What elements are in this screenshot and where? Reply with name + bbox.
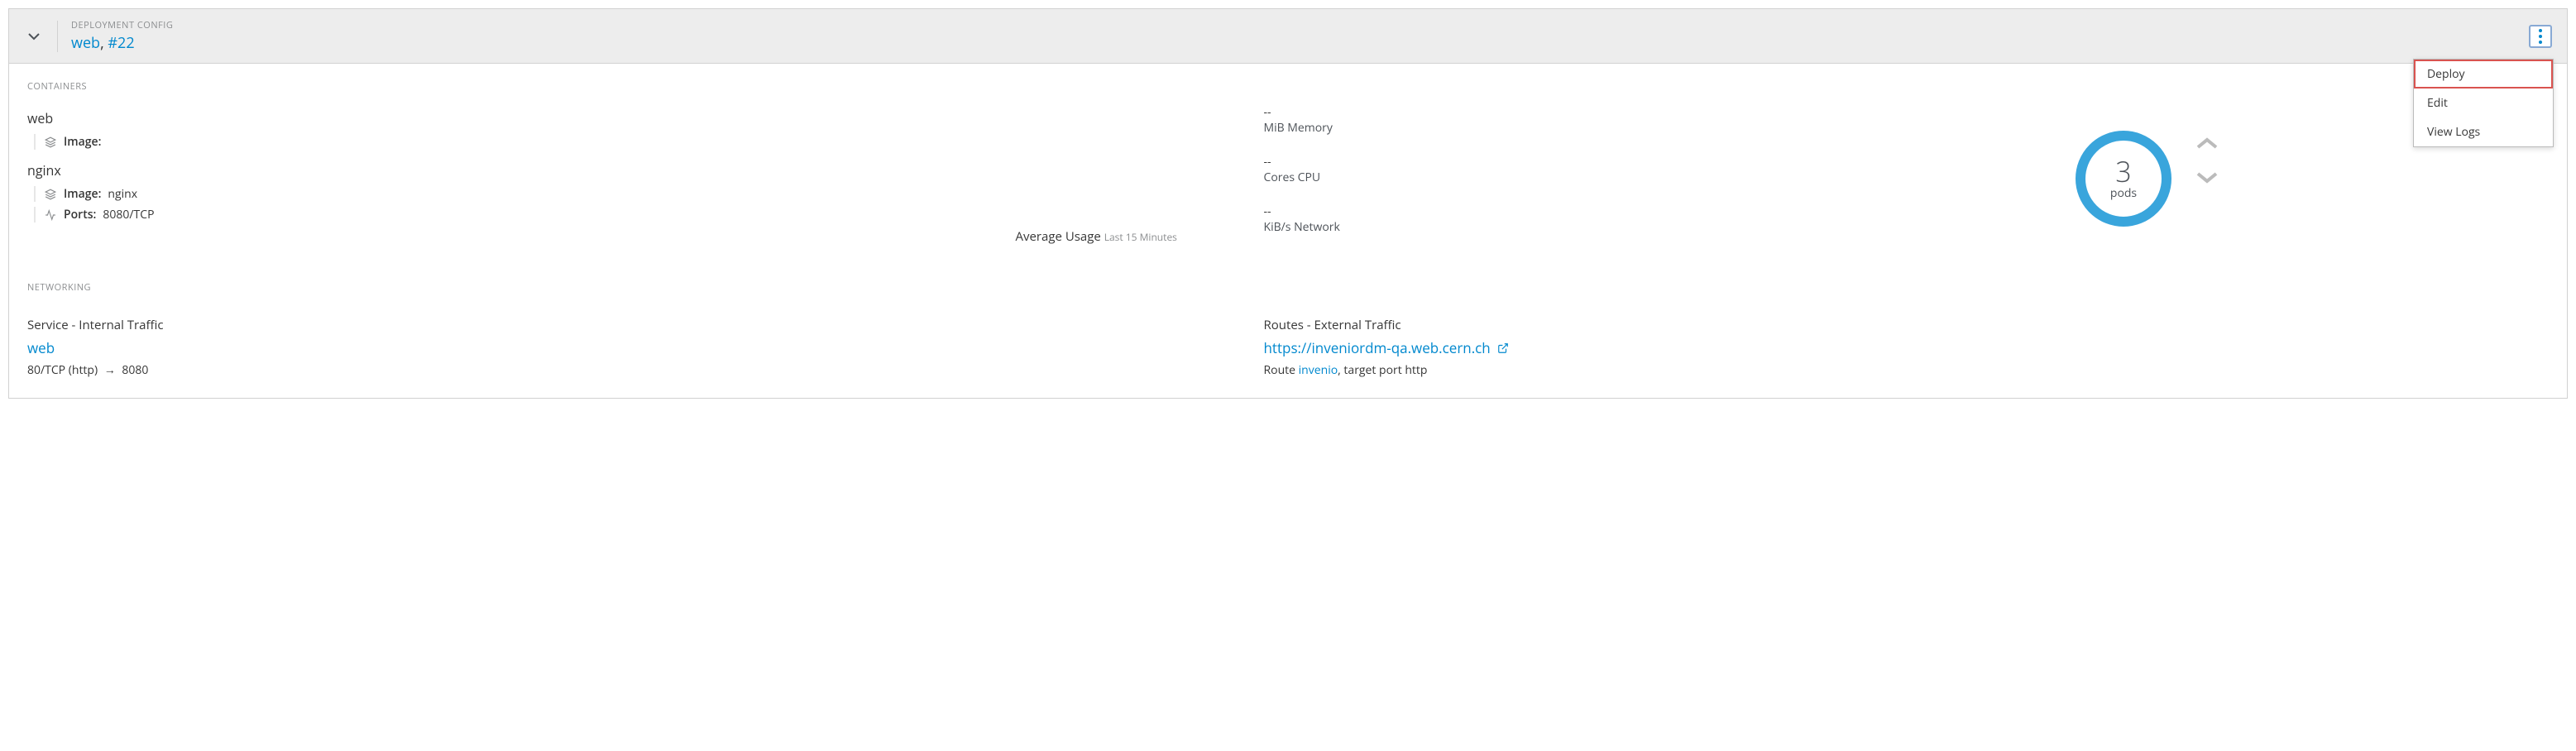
header-title: web, #22 [71,33,2529,53]
service-title: Service - Internal Traffic [27,317,1264,333]
metric-row: -- KiB/s Network [1264,203,1734,235]
route-name-link[interactable]: invenio [1299,362,1338,378]
layers-icon [44,136,57,149]
pod-label: pods [2110,185,2137,201]
kebab-dot-icon [2539,29,2542,32]
service-column: Service - Internal Traffic web 80/TCP (h… [27,317,1264,378]
usage-column: -- MiB Memory -- Cores CPU -- KiB/s Netw… [1264,104,1744,253]
avg-usage-title: Average Usage Last 15 Minutes [1016,228,1177,245]
detail-value: 8080/TCP [103,207,154,222]
external-link-icon [1497,339,1509,351]
container-detail: Image: [34,134,1247,150]
arrow-right-icon: → [104,362,116,378]
route-description: Route invenio, target port http [1264,362,2501,378]
metric-value: -- [1264,104,1734,120]
scale-down-button[interactable] [2196,170,2219,187]
kebab-dot-icon [2539,41,2542,44]
chevron-up-icon [2196,137,2218,151]
detail-label: Image: [64,186,101,202]
container-detail: Image: nginx [34,186,1247,202]
metric-row: -- Cores CPU [1264,154,1734,185]
containers-section-label: CONTAINERS [27,80,2550,93]
detail-value: nginx [108,186,137,202]
mid-row: web Image: nginx [27,104,2550,253]
pod-scale-arrows [2196,137,2219,187]
layers-icon [44,188,57,201]
header-titles: DEPLOYMENT CONFIG web, #22 [71,19,2529,53]
metric-label: Cores CPU [1264,170,1734,185]
route-desc-pre: Route [1264,362,1299,378]
deployment-panel: DEPLOYMENT CONFIG web, #22 Deploy Edit V… [8,8,2568,399]
container-detail: Ports: 8080/TCP [34,207,1247,222]
port-post: 8080 [122,362,148,378]
avg-usage-label: Average Usage [1016,228,1101,245]
activity-icon [44,208,57,222]
chevron-down-icon [27,30,41,43]
menu-item-view-logs[interactable]: View Logs [2414,117,2553,146]
container-name: nginx [27,161,1247,179]
header-divider [57,21,58,52]
pod-count: 3 [2115,157,2131,185]
metric-row: -- MiB Memory [1264,104,1734,136]
container-block: web Image: [27,109,1247,150]
metric-label: KiB/s Network [1264,219,1734,235]
networking-section-label: NETWORKING [27,281,2550,294]
metric-label: MiB Memory [1264,120,1734,136]
menu-item-edit[interactable]: Edit [2414,88,2553,117]
header-kicker: DEPLOYMENT CONFIG [71,19,2529,31]
collapse-toggle[interactable] [24,26,44,46]
panel-body: CONTAINERS web Image: nginx [9,64,2567,398]
service-port-mapping: 80/TCP (http) → 8080 [27,362,1264,378]
networking-row: Service - Internal Traffic web 80/TCP (h… [27,317,2550,378]
detail-label: Ports: [64,207,96,222]
route-url-text: https://inveniordm-qa.web.cern.ch [1264,338,1491,357]
metric-value: -- [1264,154,1734,170]
dc-revision-link[interactable]: #22 [108,33,134,53]
container-name: web [27,109,1247,127]
actions-dropdown: Deploy Edit View Logs [2413,59,2554,147]
pod-ring-text: 3 pods [2074,129,2173,228]
panel-header: DEPLOYMENT CONFIG web, #22 Deploy Edit V… [9,9,2567,64]
container-block: nginx Image: nginx Ports: 8080/TCP [27,161,1247,222]
pod-ring[interactable]: 3 pods [2074,129,2173,228]
containers-column: web Image: nginx [27,104,1264,227]
menu-item-deploy[interactable]: Deploy [2414,60,2553,88]
avg-usage-sub: Last 15 Minutes [1104,230,1177,244]
route-url-link[interactable]: https://inveniordm-qa.web.cern.ch [1264,338,1510,357]
dc-name-link[interactable]: web [71,33,100,53]
chevron-down-icon [2196,170,2218,184]
route-column: Routes - External Traffic https://inveni… [1264,317,2501,378]
route-desc-post: , target port http [1338,362,1427,378]
metric-value: -- [1264,203,1734,219]
scale-up-button[interactable] [2196,137,2219,154]
route-title: Routes - External Traffic [1264,317,2501,333]
actions-menu-button[interactable] [2529,25,2552,48]
kebab-dot-icon [2539,35,2542,38]
detail-label: Image: [64,134,101,150]
service-link[interactable]: web [27,338,55,357]
port-pre: 80/TCP (http) [27,362,98,378]
